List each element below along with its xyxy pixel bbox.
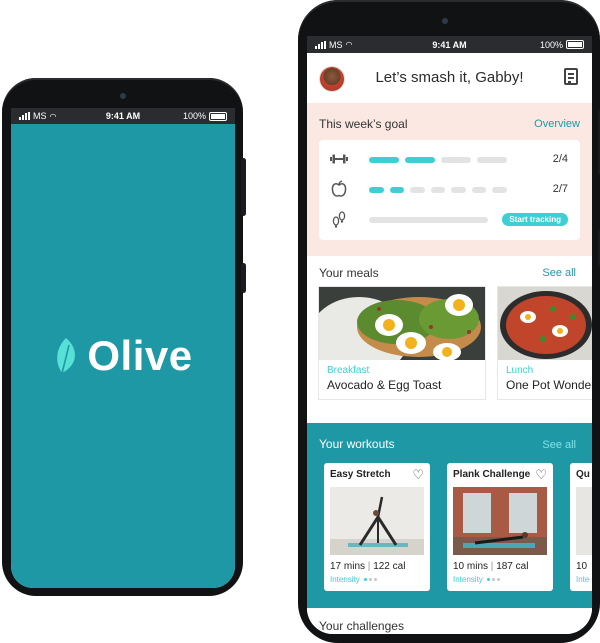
front-camera <box>442 18 448 24</box>
steps-goal-row: Start tracking <box>319 208 580 232</box>
progress-segment <box>441 157 471 163</box>
status-bar: MS ◠ 9:41 AM 100% <box>307 36 592 53</box>
progress-segment <box>405 157 435 163</box>
meals-title: Your meals <box>319 266 379 280</box>
progress-segment <box>430 187 446 193</box>
intensity-dot <box>497 578 501 582</box>
battery-label: 100% <box>539 39 563 50</box>
workout-title: Qu <box>576 469 590 480</box>
one-pot-photo <box>498 287 592 360</box>
workout-card[interactable]: Plank Challenge ♡ 10 mins | 187 cal Inte… <box>447 463 553 591</box>
intensity-dots <box>362 575 378 584</box>
meals-section: Your meals See all Breakfast Avocado & E… <box>307 256 592 419</box>
power-button <box>241 263 246 293</box>
nutrition-goal-count: 2/7 <box>552 183 568 195</box>
workout-stats: 10 mins | 187 cal <box>453 561 529 572</box>
intensity-dot <box>492 578 496 582</box>
weekly-goal-section: This week’s goal Overview 2/4 2/7 Start … <box>307 103 592 256</box>
workout-goal-count: 2/4 <box>552 153 568 165</box>
workout-title: Easy Stretch <box>330 469 391 480</box>
progress-segment <box>410 187 425 193</box>
dashboard-screen: MS ◠ 9:41 AM 100% Let’s smash it, Gabby!… <box>307 36 592 634</box>
volume-button <box>241 158 246 216</box>
workout-stats: 17 mins | 122 cal <box>330 561 406 572</box>
workout-calories: 187 cal <box>496 561 529 572</box>
meal-card[interactable]: Breakfast Avocado & Egg Toast <box>319 287 485 399</box>
workouts-see-all-link[interactable]: See all <box>542 439 576 451</box>
meal-type-label: Breakfast <box>327 365 370 376</box>
greeting-title: Let’s smash it, Gabby! <box>375 69 524 86</box>
battery-icon <box>566 40 584 49</box>
meals-see-all-link[interactable]: See all <box>542 267 576 279</box>
nutrition-goal-row: 2/7 <box>319 178 580 202</box>
progress-segment <box>471 187 487 193</box>
workout-intensity: Intensity <box>330 575 378 584</box>
workout-duration: 10 mins <box>453 561 489 572</box>
battery-icon <box>209 111 227 121</box>
overview-link[interactable]: Overview <box>534 118 580 130</box>
app-header: Let’s smash it, Gabby! <box>307 53 592 103</box>
intensity-label: Intensity <box>453 575 483 584</box>
steps-progress-bar <box>369 217 488 223</box>
battery-label: 100% <box>182 111 206 121</box>
workout-calories: 122 cal <box>373 561 406 572</box>
intensity-dot <box>374 578 378 582</box>
avocado-toast-photo <box>319 287 485 360</box>
workout-photo <box>576 487 592 555</box>
workout-duration: 10 <box>576 561 588 572</box>
intensity-dots <box>485 575 501 584</box>
progress-segment <box>492 187 507 193</box>
dumbbell-icon <box>329 150 349 170</box>
front-camera <box>120 93 126 99</box>
dashboard-content: Let’s smash it, Gabby! This week’s goal … <box>307 53 592 634</box>
notes-icon[interactable] <box>564 68 578 85</box>
splash-phone: MS ◠ 9:41 AM 100% Olive <box>2 78 246 596</box>
intensity-dot <box>487 578 491 582</box>
challenges-title: Your challenges <box>319 619 404 633</box>
intensity-dot <box>364 578 368 582</box>
workout-card[interactable]: Easy Stretch ♡ 17 mins | 122 cal Intensi… <box>324 463 430 591</box>
progress-segment <box>389 187 405 193</box>
heart-icon[interactable]: ♡ <box>535 467 547 483</box>
workout-duration: 17 mins <box>330 561 366 572</box>
meal-name: Avocado & Egg Toast <box>327 378 442 392</box>
workouts-title: Your workouts <box>319 437 395 451</box>
meal-card[interactable]: Lunch One Pot Wonder <box>498 287 592 399</box>
meal-name: One Pot Wonder <box>506 378 592 392</box>
workout-goal-row: 2/4 <box>319 148 580 172</box>
workout-intensity: Intensity <box>453 575 501 584</box>
splash-screen: MS ◠ 9:41 AM 100% Olive <box>11 108 235 588</box>
intensity-label: Inte <box>576 575 590 584</box>
dashboard-phone: MS ◠ 9:41 AM 100% Let’s smash it, Gabby!… <box>298 0 600 643</box>
stretch-photo <box>330 487 424 555</box>
workout-card[interactable]: Qu 10 Inte <box>570 463 592 591</box>
progress-segment <box>477 157 507 163</box>
start-tracking-button[interactable]: Start tracking <box>502 213 568 226</box>
status-bar: MS ◠ 9:41 AM 100% <box>11 108 235 124</box>
footsteps-icon <box>329 210 349 230</box>
apple-icon <box>329 180 349 200</box>
intensity-label: Intensity <box>330 575 360 584</box>
heart-icon[interactable]: ♡ <box>412 467 424 483</box>
intensity-dot <box>369 578 373 582</box>
workout-title: Plank Challenge <box>453 469 531 480</box>
weekly-goal-title: This week’s goal <box>319 117 408 131</box>
meal-type-label: Lunch <box>506 365 534 376</box>
progress-segment <box>451 187 466 193</box>
splash-background: Olive <box>11 124 235 588</box>
leaf-icon <box>57 338 76 374</box>
challenges-section: Your challenges <box>307 608 592 634</box>
plank-photo <box>453 487 547 555</box>
brand-logo-text: Olive <box>87 332 193 379</box>
workouts-section: Your workouts See all Easy Stretch ♡ 17 … <box>307 423 592 608</box>
progress-segment <box>369 157 399 163</box>
progress-segment <box>369 187 384 193</box>
weekly-goal-card: 2/4 2/7 Start tracking <box>319 140 580 240</box>
